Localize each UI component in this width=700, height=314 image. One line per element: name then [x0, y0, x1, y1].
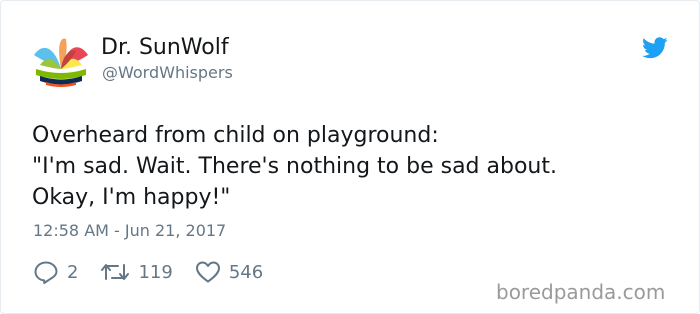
tweet-line: Okay, I'm happy!" [32, 185, 231, 210]
user-handle[interactable]: @WordWhispers [102, 63, 233, 83]
tweet-timestamp[interactable]: 12:58 AM - Jun 21, 2017 [33, 221, 226, 241]
retweet-button[interactable]: 119 [100, 260, 173, 284]
tweet-line: "I'm sad. Wait. There's nothing to be sa… [32, 154, 557, 179]
tweet-line: Overheard from child on playground: [32, 123, 439, 148]
watermark: boredpanda.com [496, 280, 666, 304]
like-count: 546 [228, 261, 264, 283]
like-button[interactable]: 546 [195, 260, 263, 284]
tweet-card: Dr. SunWolf @WordWhispers Overheard from… [0, 0, 700, 314]
reply-button[interactable]: 2 [33, 260, 78, 284]
twitter-bird-icon[interactable] [642, 37, 668, 59]
tweet-actions: 2 119 546 [33, 259, 285, 285]
heart-icon [195, 261, 220, 283]
retweet-icon [101, 264, 130, 280]
tweet-text: Overheard from child on playground: "I'm… [32, 120, 672, 213]
reply-count: 2 [67, 261, 79, 283]
avatar[interactable] [32, 35, 90, 87]
reply-icon [34, 261, 58, 284]
retweet-count: 119 [138, 261, 173, 283]
display-name[interactable]: Dr. SunWolf [101, 35, 229, 61]
